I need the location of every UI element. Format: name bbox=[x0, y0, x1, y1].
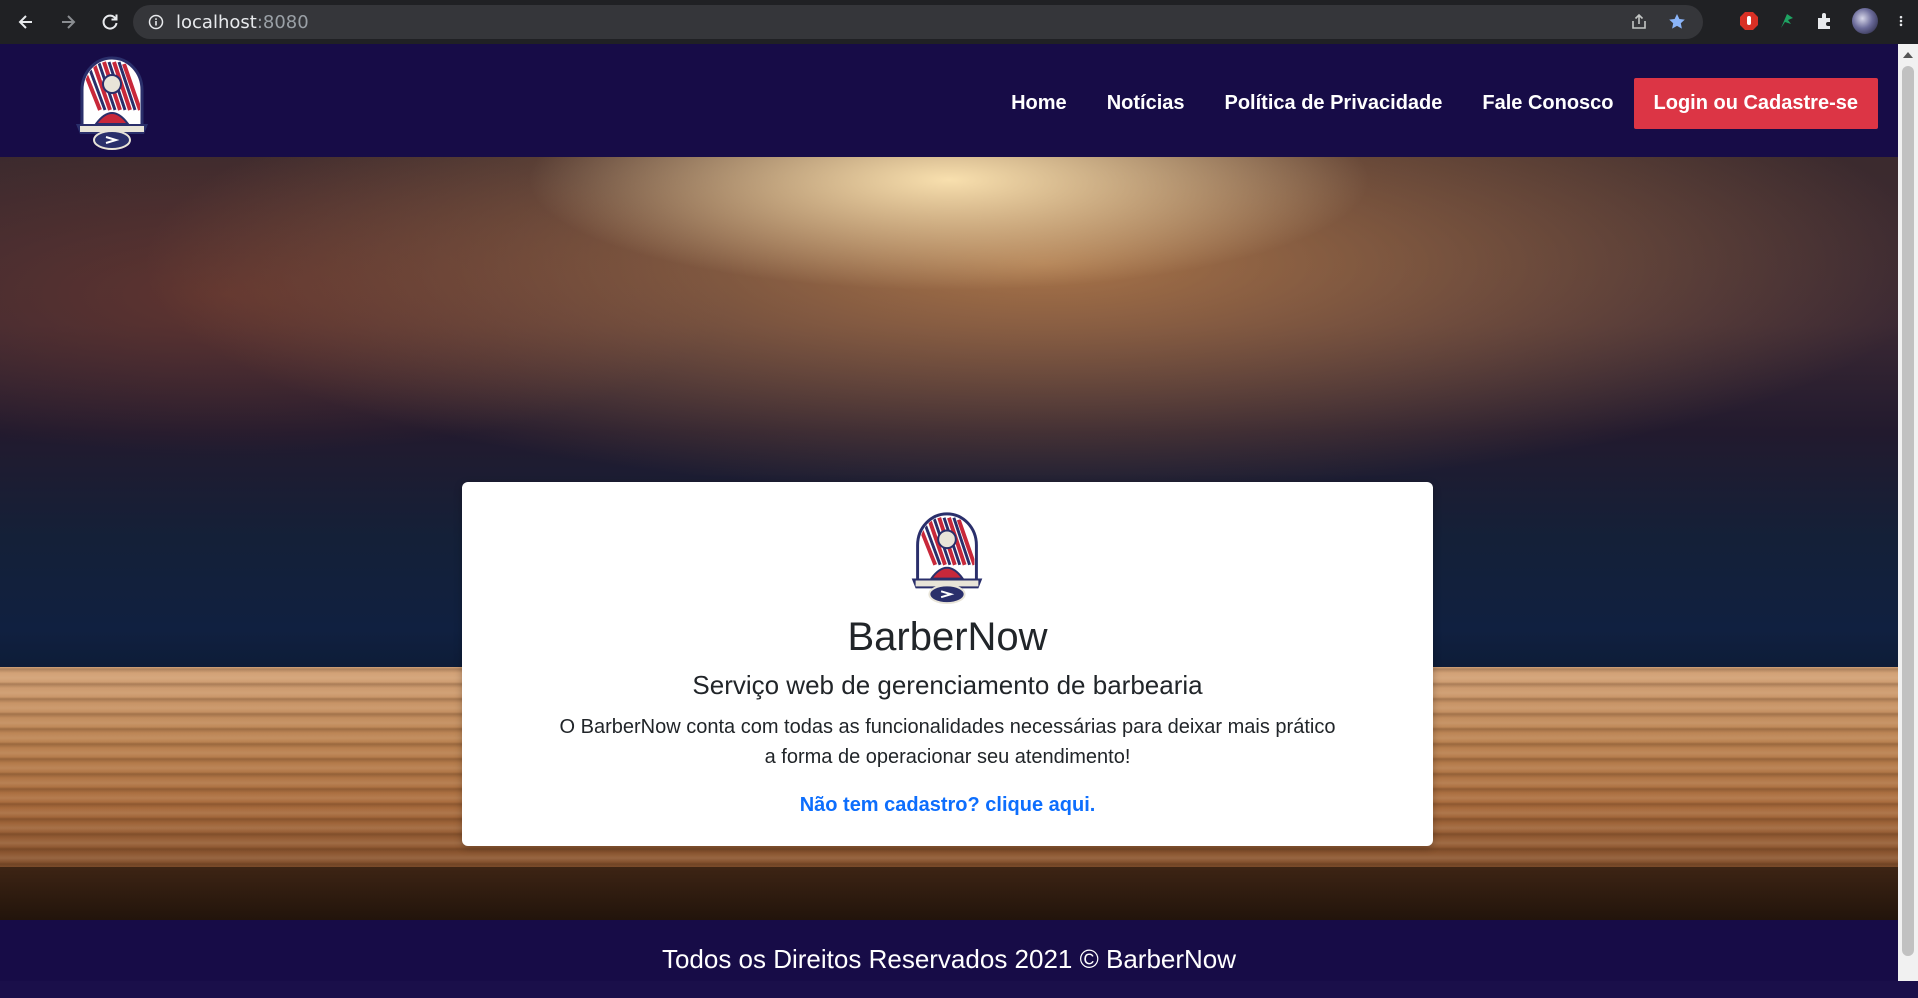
hero-section: BarberNow Serviço web de gerenciamento d… bbox=[0, 157, 1898, 920]
puzzle-extensions-icon[interactable] bbox=[1814, 10, 1836, 32]
footer-copyright: Todos os Direitos Reservados 2021 © Barb… bbox=[661, 944, 1237, 974]
card-subtitle: Serviço web de gerenciamento de barbeari… bbox=[692, 670, 1203, 700]
reload-icon bbox=[102, 14, 118, 30]
intro-card: BarberNow Serviço web de gerenciamento d… bbox=[462, 482, 1433, 846]
browser-toolbar: localhost:8080 bbox=[0, 0, 1918, 44]
address-bar[interactable]: localhost:8080 bbox=[133, 5, 1703, 39]
kebab-menu-icon[interactable] bbox=[1894, 10, 1908, 32]
nav-link-noticias[interactable]: Notícias bbox=[1107, 92, 1185, 115]
nav-link-home[interactable]: Home bbox=[1011, 92, 1067, 115]
url-port: :8080 bbox=[256, 11, 309, 33]
bookmark-star-icon[interactable] bbox=[1667, 12, 1687, 32]
nav-link-politica-privacidade[interactable]: Política de Privacidade bbox=[1225, 92, 1443, 115]
scroll-up-arrow-icon[interactable] bbox=[1903, 52, 1913, 58]
forward-button[interactable] bbox=[54, 8, 82, 36]
site-footer: Todos os Direitos Reservados 2021 © Barb… bbox=[0, 920, 1898, 981]
page-scrollbar[interactable] bbox=[1898, 44, 1918, 981]
reload-button[interactable] bbox=[96, 8, 124, 36]
nav-links: Home Notícias Política de Privacidade Fa… bbox=[971, 78, 1878, 129]
card-title: BarberNow bbox=[847, 615, 1048, 659]
barber-logo-icon bbox=[911, 512, 983, 605]
url-host: localhost bbox=[176, 11, 257, 33]
share-icon[interactable] bbox=[1629, 12, 1649, 32]
arrow-right-icon bbox=[62, 15, 76, 29]
barber-logo-icon[interactable] bbox=[70, 50, 154, 152]
wood-table-edge bbox=[0, 867, 1898, 920]
signup-link[interactable]: Não tem cadastro? clique aqui. bbox=[462, 794, 1433, 817]
scroll-thumb[interactable] bbox=[1902, 66, 1914, 956]
url-text: localhost:8080 bbox=[176, 12, 309, 33]
extension-bird-icon[interactable] bbox=[1776, 10, 1798, 32]
card-description: O BarberNow conta com todas as funcional… bbox=[559, 716, 1336, 768]
back-button[interactable] bbox=[12, 8, 40, 36]
info-icon bbox=[148, 14, 164, 30]
site-navbar: Home Notícias Política de Privacidade Fa… bbox=[0, 44, 1898, 157]
login-button[interactable]: Login ou Cadastre-se bbox=[1633, 78, 1878, 129]
adblock-extension-icon[interactable] bbox=[1738, 10, 1760, 32]
nav-link-fale-conosco[interactable]: Fale Conosco bbox=[1482, 92, 1613, 115]
arrow-left-icon bbox=[18, 15, 32, 29]
profile-avatar[interactable] bbox=[1852, 8, 1878, 34]
